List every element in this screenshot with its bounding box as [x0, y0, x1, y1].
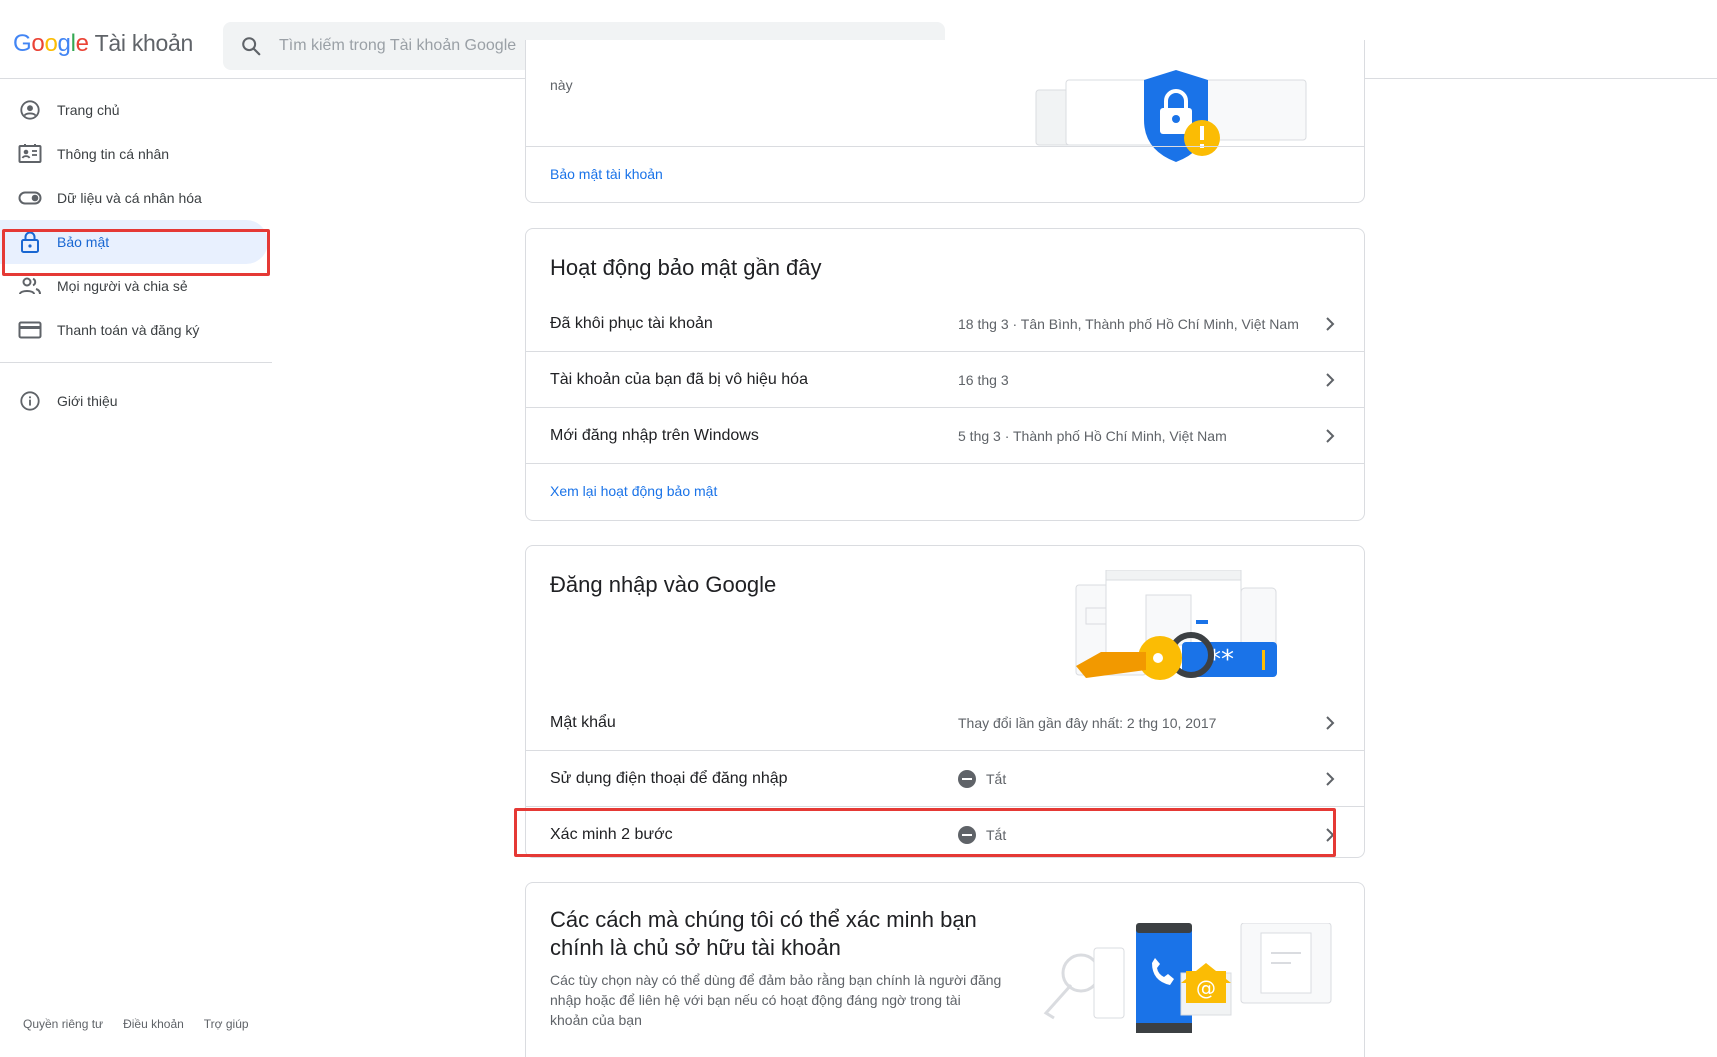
lock-icon	[17, 230, 43, 254]
chevron-right-icon	[1326, 716, 1335, 730]
chevron-right-icon	[1326, 373, 1335, 387]
sidebar-item-payments[interactable]: Thanh toán và đăng ký	[0, 308, 272, 352]
sidebar-item-label: Bảo mật	[57, 234, 110, 250]
sidebar-item-label: Mọi người và chia sẻ	[57, 278, 188, 294]
people-icon	[17, 274, 43, 298]
signin-row-password[interactable]: Mật khẩu Thay đổi lần gần đây nhất: 2 th…	[526, 695, 1364, 751]
logo-letter: o	[31, 30, 45, 57]
sidebar-item-about[interactable]: Giới thiệu	[0, 379, 272, 423]
svg-text:@: @	[1196, 976, 1216, 1000]
card-description-line3: khoản của bạn	[550, 1012, 642, 1028]
signin-row-phone-signin[interactable]: Sử dụng điện thoại để đăng nhập Tắt	[526, 751, 1364, 807]
sidebar-divider	[0, 362, 272, 363]
sidebar-nav: Trang chủ Thông tin cá nhân Dữ liệu và c…	[0, 88, 272, 423]
footer-links: Quyền riêng tư Điều khoản Trợ giúp	[23, 1017, 249, 1031]
password-key-illustration: **	[1075, 570, 1277, 680]
row-label: Xác minh 2 bước	[550, 826, 673, 843]
card-description-line1: Các tùy chọn này có thể dùng để đảm bảo …	[550, 972, 1002, 988]
logo-letter: o	[44, 30, 58, 57]
terms-link[interactable]: Điều khoản	[123, 1017, 184, 1031]
verification-methods-card: Các cách mà chúng tôi có thể xác minh bạ…	[525, 882, 1365, 1057]
card-title-line2: chính là chủ sở hữu tài khoản	[550, 935, 841, 960]
signin-to-google-card: Đăng nhập vào Google ** Mật khẩu Thay đổ…	[525, 545, 1365, 858]
row-value: 18 thg 3 · Tân Bình, Thành phố Hồ Chí Mi…	[958, 315, 1299, 332]
review-security-activity-link[interactable]: Xem lại hoạt động bảo mật	[550, 483, 717, 499]
contact-card-icon	[17, 142, 43, 166]
chevron-right-icon	[1326, 828, 1335, 842]
status-text: Tắt	[986, 770, 1007, 787]
logo-letter: G	[13, 30, 32, 57]
row-label: Mật khẩu	[550, 713, 616, 731]
row-value: Tắt	[958, 769, 1007, 788]
help-link[interactable]: Trợ giúp	[204, 1017, 249, 1031]
sidebar-item-label: Thông tin cá nhân	[57, 146, 170, 162]
activity-row-account-disabled[interactable]: Tài khoản của bạn đã bị vô hiệu hóa 16 t…	[526, 352, 1364, 408]
card-title-line1: Các cách mà chúng tôi có thể xác minh bạ…	[550, 907, 977, 932]
sidebar-item-people-sharing[interactable]: Mọi người và chia sẻ	[0, 264, 272, 308]
sidebar-item-home[interactable]: Trang chủ	[0, 88, 272, 132]
sidebar-item-security[interactable]: Bảo mật	[0, 220, 268, 264]
credit-card-icon	[17, 318, 43, 342]
google-account-logo[interactable]: Google Tài khoản	[13, 30, 193, 58]
logo-letter: g	[57, 30, 71, 57]
row-label: Sử dụng điện thoại để đăng nhập	[550, 769, 788, 787]
row-value: 5 thg 3 · Thành phố Hồ Chí Minh, Việt Na…	[958, 427, 1227, 444]
card-divider	[526, 146, 1364, 147]
shield-warning-illustration	[1035, 70, 1307, 162]
card-title: Đăng nhập vào Google	[550, 572, 777, 597]
sidebar-item-label: Thanh toán và đăng ký	[57, 322, 200, 338]
card-description-line2: nhập hoặc để liên hệ với bạn nếu có hoạt…	[550, 992, 961, 1008]
toggle-icon	[17, 186, 43, 210]
logo-letter: e	[75, 30, 89, 57]
search-icon[interactable]	[223, 35, 279, 57]
sidebar-item-data-personalization[interactable]: Dữ liệu và cá nhân hóa	[0, 176, 272, 220]
signin-row-2-step-verification[interactable]: Xác minh 2 bước Tắt	[526, 807, 1364, 857]
activity-row-windows-signin[interactable]: Mới đăng nhập trên Windows 5 thg 3 · Thà…	[526, 408, 1364, 464]
privacy-link[interactable]: Quyền riêng tư	[23, 1017, 103, 1031]
chevron-right-icon	[1326, 772, 1335, 786]
status-text: Tắt	[986, 827, 1007, 843]
row-label: Tài khoản của bạn đã bị vô hiệu hóa	[550, 370, 808, 388]
row-label: Đã khôi phục tài khoản	[550, 314, 713, 332]
activity-row-account-recovered[interactable]: Đã khôi phục tài khoản 18 thg 3 · Tân Bì…	[526, 296, 1364, 352]
product-name: Tài khoản	[94, 30, 194, 56]
off-status-icon	[958, 826, 976, 844]
security-issues-card: này Bảo mật tài khoản	[525, 40, 1365, 203]
row-value: Tắt	[958, 826, 1006, 844]
recent-security-activity-card: Hoạt động bảo mật gần đây Đã khôi phục t…	[525, 228, 1365, 521]
sidebar-item-label: Dữ liệu và cá nhân hóa	[57, 190, 202, 206]
account-security-link[interactable]: Bảo mật tài khoản	[550, 166, 663, 182]
info-icon	[17, 389, 43, 413]
off-status-icon	[958, 769, 976, 788]
row-label: Mới đăng nhập trên Windows	[550, 426, 759, 444]
card-partial-text: này	[550, 77, 573, 93]
sidebar-item-personal-info[interactable]: Thông tin cá nhân	[0, 132, 272, 176]
row-value: Thay đổi lần gần đây nhất: 2 thg 10, 201…	[958, 714, 1217, 731]
row-value: 16 thg 3	[958, 371, 1009, 388]
sidebar-item-label: Trang chủ	[57, 102, 120, 118]
account-circle-icon	[17, 98, 43, 122]
chevron-right-icon	[1326, 429, 1335, 443]
sidebar-item-label: Giới thiệu	[57, 393, 118, 409]
phone-email-illustration: @	[1043, 923, 1332, 1033]
card-title: Hoạt động bảo mật gần đây	[550, 255, 822, 280]
chevron-right-icon	[1326, 317, 1335, 331]
